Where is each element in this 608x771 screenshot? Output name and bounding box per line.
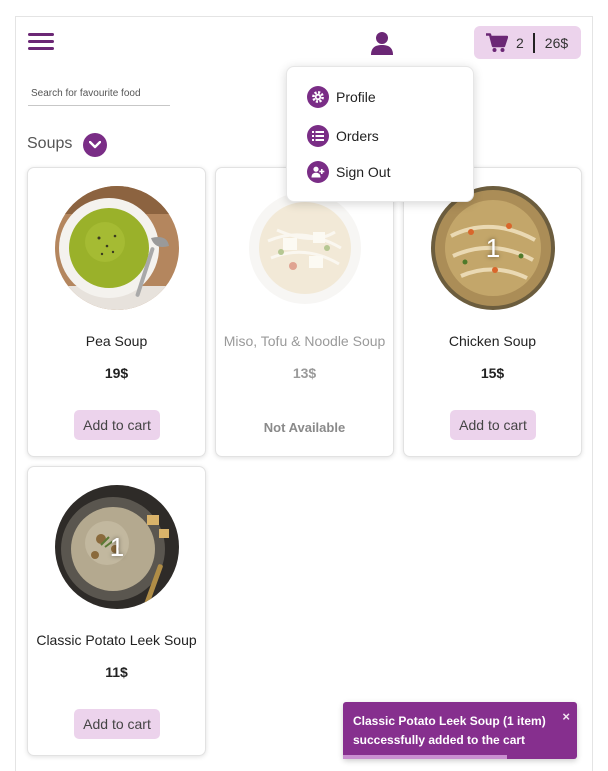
product-name: Chicken Soup <box>448 333 537 349</box>
product-price: 11$ <box>105 664 128 680</box>
cart-icon <box>486 32 508 52</box>
menu-item-label: Sign Out <box>336 164 391 180</box>
hamburger-bar <box>28 40 54 43</box>
section-toggle-button[interactable] <box>83 133 107 157</box>
user-icon[interactable] <box>369 30 395 56</box>
product-name: Classic Potato Leek Soup <box>36 632 197 648</box>
product-name: Miso, Tofu & Noodle Soup <box>223 333 386 349</box>
cart-button[interactable]: 2 26$ <box>474 26 581 59</box>
cart-quantity-overlay: 1 <box>485 232 501 263</box>
product-card: 1 Chicken Soup 15$ Add to cart <box>403 167 582 457</box>
user-plus-icon <box>307 161 329 183</box>
menu-item-orders[interactable]: Orders <box>307 123 379 149</box>
product-card: Pea Soup 19$ Add to cart <box>27 167 206 457</box>
add-to-cart-button[interactable]: Add to cart <box>450 410 536 440</box>
toast-message: Classic Potato Leek Soup (1 item) succes… <box>353 714 546 747</box>
product-price: 15$ <box>480 365 505 381</box>
close-icon[interactable]: × <box>562 709 570 724</box>
toast-notification: Classic Potato Leek Soup (1 item) succes… <box>343 702 577 759</box>
product-card: Miso, Tofu & Noodle Soup 13$ Not Availab… <box>215 167 394 457</box>
cart-divider <box>532 32 535 53</box>
cart-count: 2 <box>516 34 524 51</box>
add-to-cart-button[interactable]: Add to cart <box>74 410 160 440</box>
gear-icon <box>307 86 329 108</box>
hamburger-icon[interactable] <box>28 33 54 51</box>
toast-progress-bar <box>343 755 507 759</box>
search-input[interactable] <box>28 82 170 106</box>
user-dropdown-menu: Profile Orders Sign Out <box>286 66 474 202</box>
cart-total: 26$ <box>544 34 569 51</box>
chevron-down-icon <box>89 141 101 149</box>
add-to-cart-button[interactable]: Add to cart <box>74 709 160 739</box>
menu-item-label: Profile <box>336 89 376 105</box>
product-card: 1 Classic Potato Leek Soup 11$ Add to ca… <box>27 466 206 756</box>
not-available-label: Not Available <box>263 420 346 435</box>
menu-item-profile[interactable]: Profile <box>307 84 376 110</box>
product-image <box>243 186 367 310</box>
menu-item-sign-out[interactable]: Sign Out <box>307 159 390 185</box>
menu-item-label: Orders <box>336 128 379 144</box>
product-name: Pea Soup <box>85 333 148 349</box>
section-title: Soups <box>27 135 73 152</box>
list-icon <box>307 125 329 147</box>
cart-quantity-overlay: 1 <box>109 531 125 562</box>
product-price: 13$ <box>292 365 317 381</box>
product-price: 19$ <box>104 365 129 381</box>
product-image <box>55 186 179 310</box>
hamburger-bar <box>28 33 54 36</box>
user-glyph <box>371 32 393 55</box>
hamburger-bar <box>28 47 54 50</box>
